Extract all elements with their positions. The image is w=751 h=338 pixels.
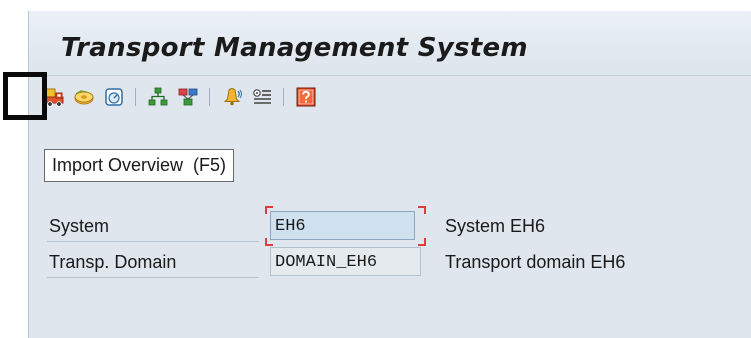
gauge-icon <box>105 88 123 106</box>
transport-configuration-button[interactable] <box>177 86 199 108</box>
screen: Transport Management System System EH6 S… <box>0 0 751 338</box>
system-input[interactable]: EH6 <box>270 211 415 240</box>
transport-routes-button[interactable] <box>73 86 95 108</box>
tooltip: Import Overview (F5) <box>44 149 235 182</box>
network-icon <box>178 88 198 106</box>
toolbar-separator <box>209 88 210 106</box>
page-title: Transport Management System <box>61 33 528 63</box>
domain-field: DOMAIN_EH6 <box>270 247 421 276</box>
title-bar: Transport Management System <box>29 11 751 76</box>
system-overview-button[interactable] <box>147 86 169 108</box>
domain-description: Transport domain EH6 <box>445 252 626 272</box>
toolbar-separator <box>283 88 284 106</box>
focus-marker <box>265 238 273 246</box>
domain-row: Transp. Domain DOMAIN_EH6 Transport doma… <box>29 247 751 283</box>
bell-icon <box>223 88 242 106</box>
help-icon <box>296 87 316 107</box>
system-description: System EH6 <box>445 216 546 236</box>
focus-marker <box>265 206 273 214</box>
display-button[interactable] <box>103 86 125 108</box>
application-toolbar <box>29 76 751 118</box>
hierarchy-icon <box>148 87 168 106</box>
tooltip-shortcut: (F5) <box>193 155 227 175</box>
list-settings-icon <box>253 89 271 104</box>
help-button[interactable] <box>295 86 317 108</box>
settings-button[interactable] <box>251 86 273 108</box>
toolbar-separator <box>135 88 136 106</box>
focus-marker <box>418 206 426 214</box>
tooltip-text: Import Overview <box>52 155 184 175</box>
domain-label: Transp. Domain <box>47 247 259 278</box>
tape-icon <box>74 90 94 105</box>
alert-monitor-button[interactable] <box>221 86 243 108</box>
system-label: System <box>47 211 259 242</box>
truck-icon <box>44 88 64 107</box>
focus-marker <box>418 238 426 246</box>
import-overview-button[interactable] <box>43 86 65 108</box>
system-row: System EH6 System EH6 <box>29 206 751 247</box>
